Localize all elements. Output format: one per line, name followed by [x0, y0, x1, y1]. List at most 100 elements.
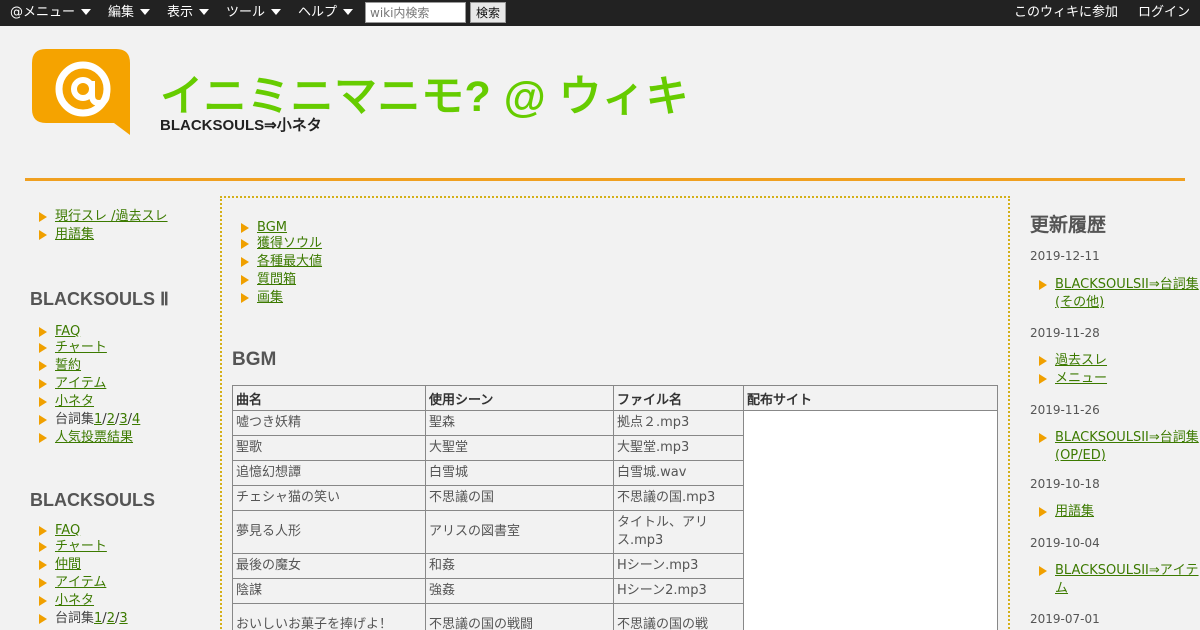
cell-title: 嘘つき妖精: [232, 410, 426, 436]
col-header-scene: 使用シーン: [425, 385, 614, 411]
col-header-title: 曲名: [232, 385, 426, 411]
bs2-dialogue-1-link[interactable]: 1: [94, 412, 102, 427]
sidebar-item: 人気投票結果: [37, 429, 133, 447]
toc-souls-link[interactable]: 獲得ソウル: [257, 236, 322, 251]
bs2-item-link[interactable]: アイテム: [55, 376, 106, 391]
separator: /: [107, 209, 116, 224]
bs2-dialogue-4-link[interactable]: 4: [132, 412, 140, 427]
bs2-dialogue-3-link[interactable]: 3: [119, 412, 127, 427]
menu-label: ツール: [226, 5, 266, 20]
at-sign-logo-icon[interactable]: [32, 49, 130, 137]
bs1-item-link[interactable]: アイテム: [55, 575, 106, 590]
cell-scene: 不思議の国: [425, 485, 614, 511]
sidebar-item: 仲間: [37, 556, 81, 574]
cell-file: 拠点２.mp3: [613, 410, 744, 436]
sidebar-item: アイテム: [37, 375, 106, 393]
bs1-tips-link[interactable]: 小ネタ: [55, 593, 94, 608]
history-link[interactable]: 用語集: [1055, 504, 1094, 519]
toc-gallery-link[interactable]: 画集: [257, 290, 283, 305]
join-wiki-link[interactable]: このウィキに参加: [1014, 0, 1118, 26]
caret-down-icon: [199, 9, 210, 15]
col-header-file: ファイル名: [613, 385, 744, 411]
history-date: 2019-07-01: [1030, 612, 1100, 626]
bs2-chart-link[interactable]: チャート: [55, 340, 107, 355]
wiki-search-input[interactable]: [365, 2, 466, 23]
toc-max-values-link[interactable]: 各種最大値: [257, 254, 322, 269]
sidebar-item-threads: 現行スレ /過去スレ: [37, 208, 168, 226]
sidebar-item-glossary: 用語集: [37, 226, 94, 244]
col-header-site: 配布サイト: [743, 385, 998, 411]
history-date: 2019-12-11: [1030, 249, 1100, 263]
login-link[interactable]: ログイン: [1138, 0, 1190, 26]
history-date: 2019-10-18: [1030, 477, 1100, 491]
bs2-dialogue-2-link[interactable]: 2: [107, 412, 115, 427]
sidebar-item: アイテム: [37, 574, 106, 592]
update-history-heading: 更新履歴: [1030, 215, 1107, 236]
sidebar-item: 小ネタ: [37, 393, 94, 411]
current-thread-link[interactable]: 現行スレ: [55, 209, 107, 224]
cell-title: 聖歌: [232, 435, 426, 461]
menu-label: 表示: [167, 5, 194, 20]
history-link[interactable]: BLACKSOULSII⇒台詞集(OP/ED): [1055, 430, 1199, 463]
cell-file: 白雪城.wav: [613, 460, 744, 486]
cell-site: [743, 410, 998, 630]
bs2-faq-link[interactable]: FAQ: [55, 324, 80, 339]
bs1-chart-link[interactable]: チャート: [55, 539, 107, 554]
history-link[interactable]: BLACKSOULSII⇒台詞集(その他): [1055, 277, 1199, 310]
caret-down-icon: [343, 9, 354, 15]
table-row: 嘘つき妖精 聖森 拠点２.mp3: [232, 410, 998, 630]
bs2-tips-link[interactable]: 小ネタ: [55, 394, 94, 409]
history-item: BLACKSOULSII⇒台詞集(その他): [1037, 276, 1200, 312]
cell-scene: 聖森: [425, 410, 614, 436]
cell-file: 不思議の国.mp3: [613, 485, 744, 511]
caret-down-icon: [140, 9, 151, 15]
toc-item: 各種最大値: [239, 253, 322, 271]
cell-title: 夢見る人形: [232, 510, 426, 554]
history-link[interactable]: BLACKSOULSII⇒アイテム: [1055, 563, 1199, 596]
history-link[interactable]: メニュー: [1055, 371, 1107, 386]
cell-title: 陰謀: [232, 578, 426, 604]
search-button[interactable]: 検索: [470, 2, 506, 23]
history-date: 2019-11-28: [1030, 326, 1100, 340]
menu-atmenu[interactable]: @メニュー: [10, 0, 92, 26]
bgm-table: 曲名 使用シーン ファイル名 配布サイト 嘘つき妖精 聖森 拠点２.mp3 聖歌…: [232, 385, 998, 630]
sidebar-item-dialogue: 台詞集1/2/3: [37, 610, 128, 628]
cell-file: タイトル、アリス.mp3: [613, 510, 744, 554]
page-subtitle: BLACKSOULS⇒小ネタ: [160, 117, 322, 134]
toc-bgm-link[interactable]: BGM: [257, 220, 287, 235]
bs1-faq-link[interactable]: FAQ: [55, 523, 80, 538]
past-thread-link[interactable]: 過去スレ: [116, 209, 168, 224]
menu-help[interactable]: ヘルプ: [298, 0, 354, 26]
history-date: 2019-11-26: [1030, 403, 1100, 417]
glossary-link[interactable]: 用語集: [55, 227, 94, 242]
sidebar-heading-bs2: BLACKSOULS Ⅱ: [30, 289, 169, 309]
sidebar-item: チャート: [37, 538, 107, 556]
cell-scene: 白雪城: [425, 460, 614, 486]
cell-scene: 強姦: [425, 578, 614, 604]
bs1-companion-link[interactable]: 仲間: [55, 557, 81, 572]
bs1-dialogue-1-link[interactable]: 1: [94, 611, 102, 626]
bs2-pledge-link[interactable]: 誓約: [55, 358, 81, 373]
cell-title: 最後の魔女: [232, 553, 426, 579]
cell-scene: 和姦: [425, 553, 614, 579]
menu-label: ヘルプ: [298, 5, 338, 20]
bs1-dialogue-3-link[interactable]: 3: [119, 611, 127, 626]
history-link[interactable]: 過去スレ: [1055, 353, 1107, 368]
history-item: 用語集: [1037, 503, 1200, 521]
menu-edit[interactable]: 編集: [108, 0, 151, 26]
toc-item: 獲得ソウル: [239, 235, 322, 253]
popularity-vote-link[interactable]: 人気投票結果: [55, 430, 133, 445]
cell-file: 不思議の国の戦: [613, 603, 744, 630]
header-divider: [25, 178, 1185, 181]
caret-down-icon: [271, 9, 282, 15]
bs1-dialogue-2-link[interactable]: 2: [107, 611, 115, 626]
menu-label: 編集: [108, 5, 135, 20]
sidebar-heading-bs1: BLACKSOULS: [30, 490, 155, 510]
cell-file: Hシーン.mp3: [613, 553, 744, 579]
toc-questions-link[interactable]: 質問箱: [257, 272, 296, 287]
history-date: 2019-10-04: [1030, 536, 1100, 550]
caret-down-icon: [81, 9, 92, 15]
menu-view[interactable]: 表示: [167, 0, 210, 26]
menu-tools[interactable]: ツール: [226, 0, 282, 26]
history-item: BLACKSOULSII⇒アイテム: [1037, 562, 1200, 598]
